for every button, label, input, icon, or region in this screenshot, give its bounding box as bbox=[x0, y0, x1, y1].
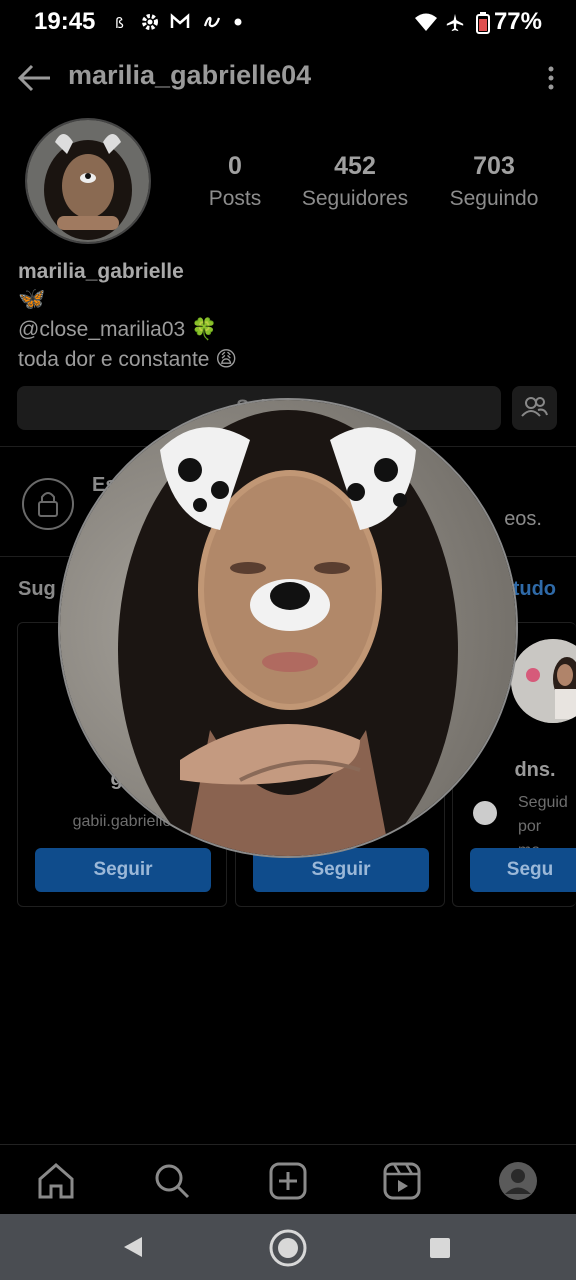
stat-following[interactable]: 703 Seguindo bbox=[429, 152, 559, 211]
profile-header: marilia_gabrielle04 bbox=[0, 50, 576, 106]
suggestion-name: dns. bbox=[514, 759, 556, 781]
bio-line-2: toda dor e constante 😩 bbox=[18, 348, 238, 371]
suggestions-title: Sug bbox=[18, 578, 56, 600]
profile-picture bbox=[60, 400, 516, 856]
profile-icon[interactable] bbox=[498, 1161, 538, 1201]
battery-icon bbox=[476, 12, 490, 34]
back-arrow-icon[interactable] bbox=[14, 62, 54, 94]
stat-followers[interactable]: 452 Seguidores bbox=[290, 152, 420, 211]
reels-icon[interactable] bbox=[382, 1161, 422, 1201]
nav-back-icon[interactable] bbox=[120, 1234, 146, 1260]
gmail-icon bbox=[170, 13, 190, 28]
add-people-icon bbox=[521, 397, 548, 417]
notification-icon: ß bbox=[115, 16, 124, 32]
bio-emoji: 🦋 bbox=[18, 286, 46, 311]
status-bar: 19:45 ß 77% bbox=[0, 0, 576, 44]
bio-line-1: @close_marilia03 🍀 bbox=[18, 318, 218, 341]
nav-home-icon[interactable] bbox=[268, 1228, 308, 1268]
follow-button-label: Segu bbox=[506, 859, 554, 880]
wifi-icon bbox=[415, 13, 437, 31]
follow-button-label: Seguir bbox=[93, 859, 153, 880]
home-icon[interactable] bbox=[36, 1161, 76, 1201]
create-icon[interactable] bbox=[268, 1161, 308, 1201]
more-vertical-icon[interactable] bbox=[544, 64, 558, 94]
stat-posts-value: 0 bbox=[228, 152, 242, 180]
battery-percent: 77% bbox=[493, 8, 542, 35]
see-all-link[interactable]: tudo bbox=[513, 578, 556, 601]
stat-followers-value: 452 bbox=[334, 152, 376, 180]
stat-followers-label: Seguidores bbox=[301, 187, 409, 210]
nav-recent-icon[interactable] bbox=[428, 1236, 452, 1260]
search-icon[interactable] bbox=[152, 1161, 192, 1201]
lock-icon bbox=[22, 478, 74, 530]
status-time: 19:45 bbox=[34, 8, 96, 35]
settings-icon bbox=[142, 14, 158, 30]
follow-button[interactable]: Seguir bbox=[35, 848, 211, 892]
stat-following-label: Seguindo bbox=[449, 187, 539, 210]
profile-avatar[interactable] bbox=[25, 118, 151, 244]
suggested-users-button[interactable] bbox=[512, 386, 557, 430]
bottom-navigation bbox=[0, 1144, 576, 1215]
app-notification-icon bbox=[203, 16, 221, 28]
mutual-avatar bbox=[473, 801, 497, 825]
stat-following-value: 703 bbox=[473, 152, 515, 180]
avatar-photo bbox=[27, 120, 149, 242]
airplane-icon bbox=[446, 13, 464, 32]
follow-button[interactable]: Segu bbox=[470, 848, 576, 892]
display-name: marilia_gabrielle bbox=[18, 260, 184, 283]
header-username: marilia_gabrielle04 bbox=[68, 60, 312, 90]
profile-picture-preview[interactable] bbox=[58, 398, 518, 858]
stat-posts[interactable]: 0 Posts bbox=[170, 152, 300, 211]
suggestion-avatar bbox=[511, 639, 576, 723]
stat-posts-label: Posts bbox=[208, 187, 262, 210]
dot-icon bbox=[234, 18, 242, 26]
system-navigation-bar bbox=[0, 1214, 576, 1280]
svg-text:ß: ß bbox=[115, 16, 124, 32]
